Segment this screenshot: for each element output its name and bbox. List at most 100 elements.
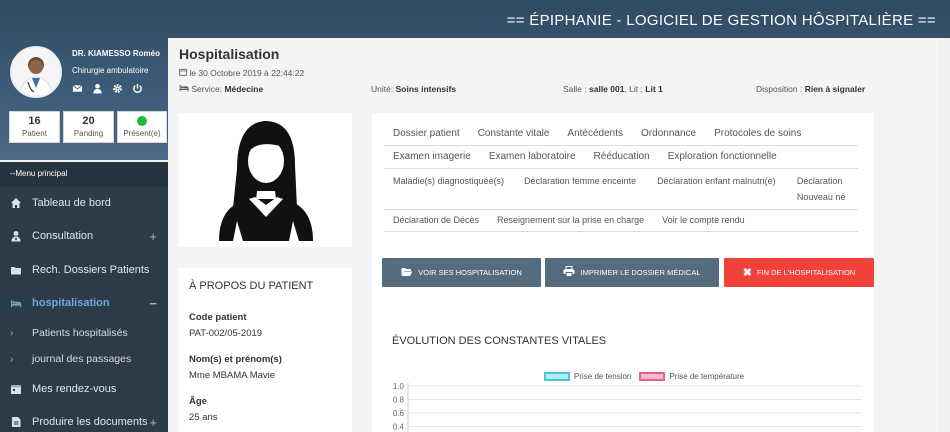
record-tabs: Dossier patient Constante vitale Antécéd… [384, 123, 858, 232]
legend-label: Prise de tension [574, 372, 632, 381]
patient-name-value: Mme MBAMA Mavie [189, 370, 276, 381]
room-info: Salle : salle 001, Lit : Lit 1 [563, 84, 663, 94]
submenu-item-label: journal des passages [32, 353, 132, 365]
tab-declaration-enfant-malnutri[interactable]: Déclaration enfant malnutri(e) [648, 169, 788, 209]
expand-icon[interactable]: + [149, 229, 157, 244]
expand-icon[interactable]: + [149, 415, 157, 430]
user-icon[interactable] [92, 83, 103, 94]
menu-item-hospitalisation[interactable]: hospitalisation − [0, 287, 168, 321]
unit-value: Soins intensifs [395, 84, 457, 94]
scrollbar[interactable] [939, 38, 950, 432]
folder-open-icon [401, 267, 413, 279]
menu-item-search-records[interactable]: Rech. Dossiers Patients [0, 253, 168, 287]
tab-row: Maladie(s) diagnostiquée(s) Déclaration … [384, 169, 858, 210]
tab-constante-vitale[interactable]: Constante vitale [469, 123, 559, 145]
legend-item-tension[interactable]: Prise de tension [544, 372, 632, 382]
service-info: Service: Médecine [179, 84, 263, 94]
legend-swatch [639, 372, 666, 382]
end-hospitalisation-button[interactable]: ✖ FIN DE L'HOSPITALISATION [724, 258, 874, 287]
menu-item-label: Rech. Dossiers Patients [32, 263, 150, 276]
stat-panding[interactable]: 20 Panding [63, 111, 114, 143]
doctor-specialty: Chirurgie ambulatoire [72, 66, 149, 75]
submenu-item-journal[interactable]: › journal des passages [0, 346, 168, 372]
button-label: FIN DE L'HOSPITALISATION [756, 268, 856, 277]
stat-value: 16 [28, 115, 41, 127]
page-date: le 30 Octobre 2019 à 22:44:22 [179, 68, 939, 78]
patient-record-panel: Dossier patient Constante vitale Antécéd… [372, 113, 874, 432]
chart-y-tick-label: 0.8 [393, 396, 405, 405]
tab-examen-imagerie[interactable]: Examen imagerie [384, 146, 480, 168]
print-icon [563, 266, 575, 279]
sidebar: DR. KIAMESSO Roméo Chirurgie ambulatoire… [0, 38, 168, 432]
chart-title: ÉVOLUTION DES CONSTANTES VITALES [392, 335, 607, 347]
view-hospitalisations-button[interactable]: VOIR SES HOSPITALISATION [382, 258, 541, 287]
stat-presence[interactable]: Présent(e) [117, 111, 167, 143]
chart-y-tick-label: 0.4 [393, 423, 405, 432]
tab-antecedents[interactable]: Antécédents [558, 123, 632, 145]
submenu-item-label: Patients hospitalisés [32, 327, 128, 339]
unit-label: Unité: [371, 84, 394, 94]
patient-code-value: PAT-002/05-2019 [189, 328, 263, 339]
doctor-profile: DR. KIAMESSO Roméo Chirurgie ambulatoire… [0, 38, 168, 162]
tab-dossier-patient[interactable]: Dossier patient [384, 123, 469, 145]
legend-item-temperature[interactable]: Prise de température [639, 372, 744, 382]
bed-label: , Lit : [624, 84, 643, 94]
tab-row: Dossier patient Constante vitale Antécéd… [384, 123, 858, 146]
patient-age-value: 25 ans [189, 412, 218, 423]
legend-swatch [544, 372, 570, 382]
stat-label: Panding [73, 129, 104, 138]
patient-name-label: Nom(s) et prénom(s) [189, 354, 282, 365]
menu-item-appointments[interactable]: Mes rendez-vous [0, 372, 168, 406]
calendar-icon [10, 383, 22, 395]
chevron-right-icon: › [10, 327, 14, 339]
tab-declaration-deces[interactable]: Déclaration de Décès [384, 210, 488, 231]
menu-item-label: Produire les documents [32, 416, 148, 429]
menu-item-dashboard[interactable]: Tableau de bord [0, 186, 168, 220]
tab-renseignement-prise-en-charge[interactable]: Reseignement sur la prise en charge [488, 210, 653, 231]
disposition-info: Disposition : Rien à signaler [756, 84, 865, 94]
presence-status-dot [137, 116, 147, 126]
chevron-right-icon: › [10, 353, 14, 365]
tab-reeducation[interactable]: Rééducation [585, 146, 659, 168]
tab-protocoles-soins[interactable]: Protocoles de soins [705, 123, 810, 145]
chart-y-tick-label: 1.0 [393, 383, 405, 391]
about-title: À PROPOS DU PATIENT [189, 280, 314, 292]
collapse-icon[interactable]: − [149, 296, 157, 311]
room-value: salle 001 [589, 84, 625, 94]
envelope-icon[interactable] [72, 83, 83, 94]
calendar-icon [179, 68, 189, 78]
stat-value: 20 [82, 115, 95, 127]
bed-value: Lit 1 [645, 84, 663, 94]
tab-declaration-femme-enceinte[interactable]: Déclaration femme enceinte [515, 169, 648, 209]
tab-maladies-diagnostiquees[interactable]: Maladie(s) diagnostiquée(s) [384, 169, 515, 209]
close-icon: ✖ [742, 267, 752, 279]
doctor-stats: 16 Patient 20 Panding Présent(e) [9, 111, 167, 143]
tab-compte-rendu[interactable]: Voir le compte rendu [653, 210, 754, 231]
home-icon [10, 197, 22, 209]
tab-declaration-nouveau-ne[interactable]: Déclaration Nouveau né [788, 169, 858, 209]
avatar[interactable] [10, 46, 62, 98]
menu-item-consultation[interactable]: Consultation + [0, 220, 168, 254]
doctor-photo-icon [12, 48, 60, 96]
app-title: == ÉPIPHANIE - LOGICIEL DE GESTION HÔSPI… [506, 12, 936, 29]
tab-examen-laboratoire[interactable]: Examen laboratoire [480, 146, 585, 168]
main-menu: --Menu principal Tableau de bord Consult… [0, 162, 168, 432]
user-md-icon [10, 230, 22, 242]
tab-ordonnance[interactable]: Ordonnance [632, 123, 705, 145]
female-avatar-icon [219, 121, 313, 241]
date-text: le 30 Octobre 2019 à 22:44:22 [189, 68, 305, 78]
stat-patient[interactable]: 16 Patient [9, 111, 60, 143]
gear-icon[interactable] [112, 83, 123, 94]
folder-icon [10, 264, 22, 276]
room-label: Salle : [563, 84, 587, 94]
stat-label: Présent(e) [123, 129, 161, 138]
tab-exploration-fonctionnelle[interactable]: Exploration fonctionnelle [659, 146, 786, 168]
tab-row: Examen imagerie Examen laboratoire Réédu… [384, 146, 858, 169]
submenu-item-hospitalized-patients[interactable]: › Patients hospitalisés [0, 320, 168, 346]
menu-item-label: Mes rendez-vous [32, 382, 117, 395]
print-medical-file-button[interactable]: IMPRIMER LE DOSSIER MÉDICAL [545, 258, 719, 287]
service-value: Médecine [224, 84, 264, 94]
power-icon[interactable] [132, 83, 143, 94]
menu-item-documents[interactable]: Produire les documents + [0, 406, 168, 432]
menu-item-label: Consultation [32, 230, 94, 243]
